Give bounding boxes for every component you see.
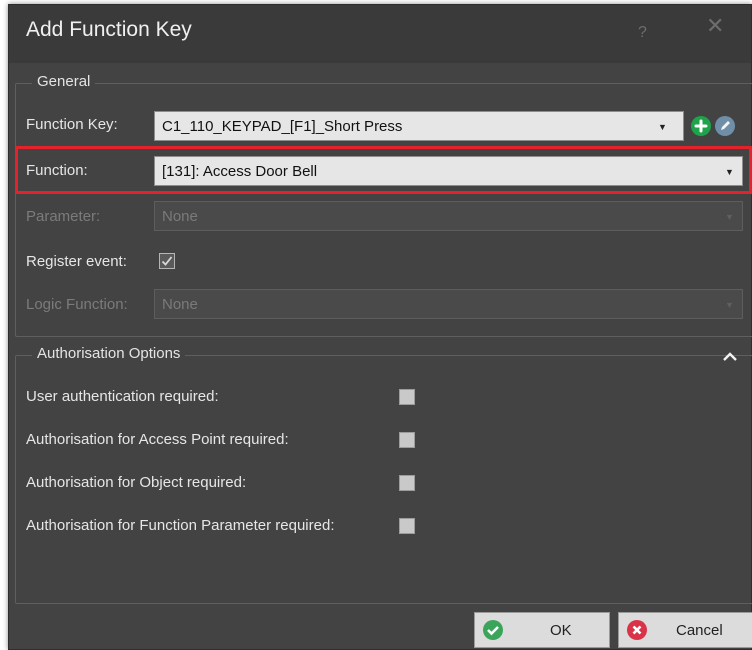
register-event-label: Register event: bbox=[26, 253, 127, 270]
check-circle-icon bbox=[483, 620, 503, 640]
general-legend: General bbox=[32, 73, 96, 90]
logic-function-value: None bbox=[162, 296, 198, 313]
function-parameter-authorisation-label: Authorisation for Function Parameter req… bbox=[26, 517, 335, 534]
parameter-value: None bbox=[162, 208, 198, 225]
pencil-circle-icon[interactable] bbox=[715, 116, 735, 136]
caret-down-icon: ▼ bbox=[725, 167, 734, 177]
caret-down-icon: ▼ bbox=[725, 300, 734, 310]
help-button[interactable]: ? bbox=[638, 24, 647, 42]
logic-function-select[interactable]: None ▼ bbox=[154, 289, 743, 319]
function-label: Function: bbox=[26, 162, 88, 179]
ok-label: OK bbox=[550, 622, 572, 639]
chevron-up-icon[interactable] bbox=[722, 350, 738, 368]
cancel-button[interactable]: Cancel bbox=[618, 612, 752, 648]
parameter-select[interactable]: None ▼ bbox=[154, 201, 743, 231]
object-authorisation-checkbox[interactable] bbox=[399, 475, 415, 491]
plus-circle-icon[interactable] bbox=[691, 116, 711, 136]
close-button[interactable]: ✕ bbox=[706, 15, 724, 37]
add-function-key-dialog: Add Function Key ? ✕ General Function Ke… bbox=[8, 4, 752, 650]
authorisation-legend: Authorisation Options bbox=[32, 345, 186, 362]
x-circle-icon bbox=[627, 620, 647, 640]
user-authentication-checkbox[interactable] bbox=[399, 389, 415, 405]
access-point-authorisation-label: Authorisation for Access Point required: bbox=[26, 431, 289, 448]
logic-function-label: Logic Function: bbox=[26, 296, 128, 313]
ok-button[interactable]: OK bbox=[474, 612, 610, 648]
function-select[interactable]: [131]: Access Door Bell ▼ bbox=[154, 156, 743, 186]
dialog-title: Add Function Key bbox=[26, 18, 192, 41]
function-key-value: C1_110_KEYPAD_[F1]_Short Press bbox=[162, 118, 403, 135]
function-key-label: Function Key: bbox=[26, 116, 118, 133]
cancel-label: Cancel bbox=[676, 622, 723, 639]
caret-down-icon: ▼ bbox=[725, 212, 734, 222]
function-parameter-authorisation-checkbox[interactable] bbox=[399, 518, 415, 534]
access-point-authorisation-checkbox[interactable] bbox=[399, 432, 415, 448]
caret-down-icon: ▼ bbox=[658, 122, 667, 132]
dialog-titlebar: Add Function Key ? ✕ bbox=[9, 5, 751, 63]
checkmark-icon bbox=[161, 256, 173, 266]
object-authorisation-label: Authorisation for Object required: bbox=[26, 474, 247, 491]
parameter-label: Parameter: bbox=[26, 208, 101, 225]
user-authentication-label: User authentication required: bbox=[26, 388, 219, 405]
function-key-select[interactable]: C1_110_KEYPAD_[F1]_Short Press ▼ bbox=[154, 111, 684, 141]
register-event-checkbox[interactable] bbox=[159, 253, 175, 269]
function-value: [131]: Access Door Bell bbox=[162, 163, 318, 180]
